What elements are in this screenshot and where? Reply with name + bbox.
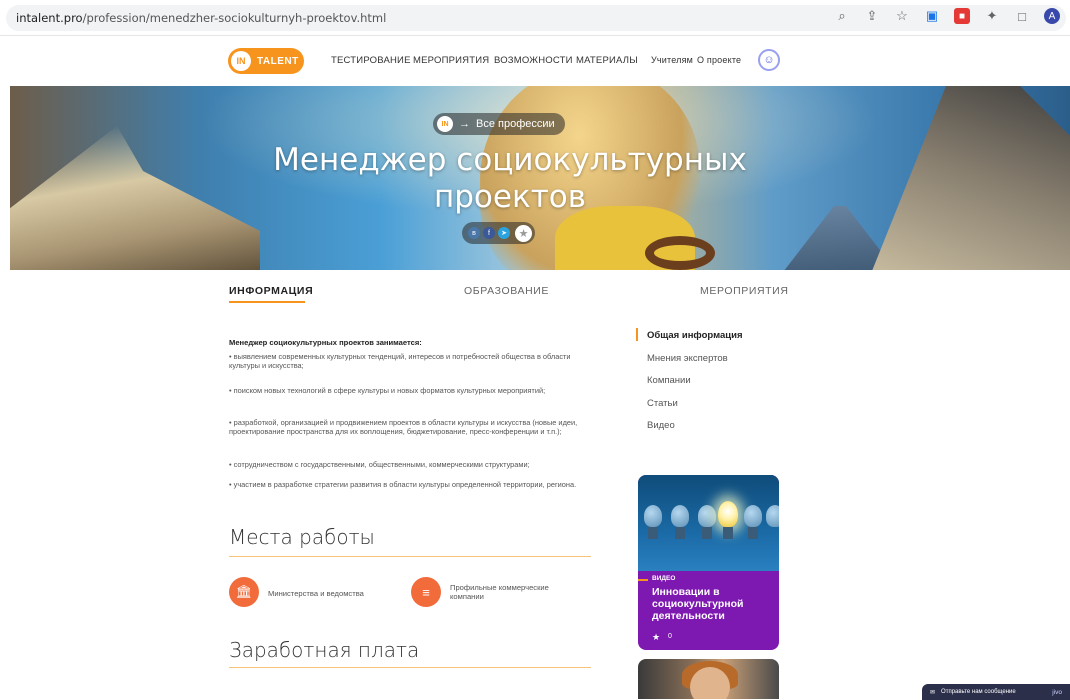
crumb-label: Все профессии	[476, 118, 555, 130]
bulb-base	[675, 527, 685, 539]
logo-text: TALENT	[257, 55, 299, 67]
facebook-share-icon[interactable]: f	[483, 227, 495, 239]
duty-item: • поиском новых технологий в сфере культ…	[229, 386, 546, 395]
workplace-label: Министерства и ведомства	[268, 589, 364, 598]
card-star-icon[interactable]: ★	[652, 632, 660, 643]
url-path: /profession/menedzher-sociokulturnyh-pro…	[82, 10, 387, 25]
workplaces-heading: Места работы	[229, 525, 375, 549]
zoom-icon[interactable]: ⌕	[834, 8, 850, 24]
nav-teachers[interactable]: Учителям	[651, 55, 693, 65]
chat-widget[interactable]: ✉ Отправьте нам сообщение jivo	[922, 684, 1070, 700]
side-menu-general[interactable]: Общая информация	[647, 330, 743, 341]
crumb-logo-icon: IN	[437, 116, 453, 132]
hero-bracelet-image	[645, 236, 715, 270]
bulb-image	[671, 505, 689, 527]
video-card[interactable]: ВИДЕО Инновации в социокультурной деятел…	[638, 475, 779, 650]
side-menu-companies[interactable]: Компании	[647, 375, 691, 386]
side-menu-active-marker	[636, 328, 638, 341]
sidepanel-icon[interactable]: □	[1014, 8, 1030, 24]
expert-card[interactable]	[638, 659, 779, 699]
nav-about[interactable]: О проекте	[697, 55, 741, 65]
duty-item: • сотрудничеством с государственными, об…	[229, 460, 530, 469]
expert-photo-face	[690, 667, 730, 699]
side-menu-experts[interactable]: Мнения экспертов	[647, 353, 728, 364]
bookmark-star-icon[interactable]: ☆	[894, 8, 910, 24]
chat-label: Отправьте нам сообщение	[941, 689, 1016, 695]
site-logo[interactable]: IN TALENT	[228, 48, 304, 74]
extension-red-icon[interactable]: ■	[954, 8, 970, 24]
coins-icon: ≡	[411, 577, 441, 607]
share-bar: в f ➤ ★	[462, 222, 535, 244]
card-lightbulbs-image	[638, 475, 779, 571]
duty-item: • выявлением современных культурных тенд…	[229, 352, 571, 370]
side-menu-video[interactable]: Видео	[647, 420, 675, 431]
duty-item: • участием в разработке стратегии развит…	[229, 480, 577, 489]
bulb-base	[648, 527, 658, 539]
nav-testing[interactable]: ТЕСТИРОВАНИЕ	[331, 55, 411, 66]
bulb-lit-image	[718, 501, 738, 527]
active-tab-underline	[229, 301, 305, 303]
telegram-share-icon[interactable]: ➤	[498, 227, 510, 239]
share-icon[interactable]: ⇪	[864, 8, 880, 24]
user-account-icon[interactable]: ☺	[758, 49, 780, 71]
favorite-star-icon[interactable]: ★	[515, 224, 532, 242]
puzzle-icon[interactable]: ✦	[984, 8, 1000, 24]
browser-toolbar: intalent.pro/profession/menedzher-sociok…	[0, 0, 1070, 36]
logo-in-badge: IN	[231, 51, 251, 71]
duty-item: • разработкой, организацией и продвижени…	[229, 418, 578, 436]
bulb-image	[698, 505, 716, 527]
chat-envelope-icon: ✉	[930, 689, 936, 696]
bulb-base	[748, 527, 758, 539]
browser-actions: ⌕ ⇪ ☆ ▣ ■ ✦ □ A	[834, 8, 1060, 24]
card-tag-marker	[638, 579, 648, 581]
nav-opportunities[interactable]: ВОЗМОЖНОСТИ	[494, 55, 573, 66]
card-likes-count: 0	[668, 633, 672, 640]
card-tag: ВИДЕО	[652, 575, 676, 582]
duties-intro: Менеджер социокультурных проектов занима…	[229, 338, 422, 347]
side-menu-articles[interactable]: Статьи	[647, 398, 678, 409]
workplace-label: Профильные коммерческие компании	[450, 583, 549, 601]
page-title: Менеджер социокультурных проектов	[273, 142, 747, 215]
section-divider	[229, 556, 591, 557]
tab-events[interactable]: МЕРОПРИЯТИЯ	[700, 285, 789, 297]
chat-brand: jivo	[1052, 688, 1062, 696]
profile-avatar-icon[interactable]: A	[1044, 8, 1060, 24]
tab-education[interactable]: ОБРАЗОВАНИЕ	[464, 285, 549, 297]
url-host: intalent.pro	[16, 10, 83, 25]
bulb-base	[702, 527, 712, 539]
site-nav: IN TALENT ТЕСТИРОВАНИЕ МЕРОПРИЯТИЯ ВОЗМО…	[0, 44, 1070, 78]
section-divider	[229, 667, 591, 668]
bulb-image	[766, 505, 779, 527]
vk-share-icon[interactable]: в	[468, 227, 480, 239]
card-title[interactable]: Инновации в социокультурной деятельности	[652, 586, 772, 622]
nav-events[interactable]: МЕРОПРИЯТИЯ	[413, 55, 489, 66]
bulb-base	[723, 527, 733, 539]
tab-information[interactable]: ИНФОРМАЦИЯ	[229, 285, 313, 297]
breadcrumb-all-professions[interactable]: IN → Все профессии	[433, 113, 565, 135]
salary-heading: Заработная плата	[229, 638, 420, 662]
crumb-arrow-icon: →	[459, 118, 470, 130]
building-icon: 🏛	[229, 577, 259, 607]
nav-materials[interactable]: МАТЕРИАЛЫ	[576, 55, 638, 66]
bulb-image	[744, 505, 762, 527]
extension-icon[interactable]: ▣	[924, 8, 940, 24]
bulb-image	[644, 505, 662, 527]
